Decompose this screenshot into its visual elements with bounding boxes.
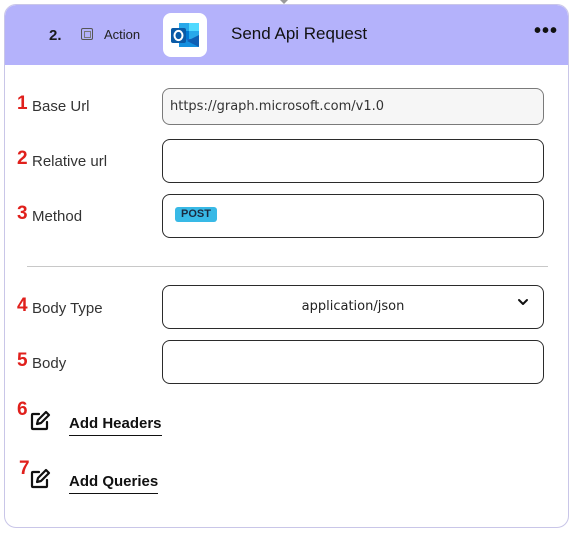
method-field[interactable]: POST	[162, 194, 544, 238]
base-url-value: https://graph.microsoft.com/v1.0	[170, 99, 385, 114]
field-number-5: 5	[17, 350, 28, 371]
method-badge: POST	[175, 207, 217, 222]
field-number-4: 4	[17, 295, 28, 316]
add-queries-link[interactable]: Add Queries	[69, 473, 159, 494]
add-headers-link[interactable]: Add Headers	[69, 415, 162, 436]
link-number-6: 6	[17, 399, 28, 420]
body-type-label: Body Type	[32, 300, 103, 317]
method-label: Method	[32, 208, 83, 225]
step-card: 2. Action Send Api Request ••• 1 Base Ur…	[4, 4, 569, 528]
body-type-select[interactable]: application/json	[162, 285, 544, 329]
step-header: 2. Action Send Api Request •••	[5, 5, 568, 65]
outlook-icon	[171, 23, 199, 47]
body-field[interactable]	[162, 340, 544, 384]
field-number-2: 2	[17, 148, 28, 169]
more-options-button[interactable]: •••	[534, 21, 558, 41]
action-label: Action	[104, 27, 141, 42]
edit-icon[interactable]	[29, 410, 51, 432]
link-number-7: 7	[19, 458, 30, 479]
body-label: Body	[32, 355, 67, 372]
edit-icon[interactable]	[29, 468, 51, 490]
field-number-3: 3	[17, 203, 28, 224]
chevron-down-icon	[518, 299, 528, 305]
section-divider	[27, 266, 548, 267]
base-url-field[interactable]: https://graph.microsoft.com/v1.0	[162, 88, 544, 125]
field-number-1: 1	[17, 93, 28, 114]
app-logo	[163, 13, 207, 57]
step-title: Send Api Request	[231, 24, 368, 43]
step-number: 2.	[49, 27, 62, 44]
base-url-label: Base Url	[32, 98, 90, 115]
relative-url-label: Relative url	[32, 153, 108, 170]
relative-url-field[interactable]	[162, 139, 544, 183]
action-checkbox[interactable]	[81, 28, 93, 40]
body-type-value: application/json	[301, 299, 405, 314]
